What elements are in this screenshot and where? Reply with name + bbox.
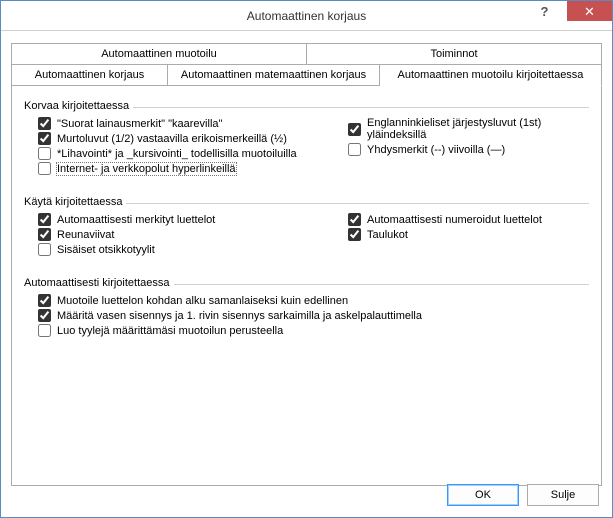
close-dialog-button[interactable]: Sulje	[527, 484, 599, 506]
group-apply-grid: Automaattisesti merkityt luettelot Reuna…	[24, 212, 589, 257]
checkbox-listformat[interactable]	[38, 294, 51, 307]
tab-row-upper: Automaattinen muotoilu Toiminnot	[11, 43, 602, 65]
group-auto-title: Automaattisesti kirjoitettaessa	[24, 277, 174, 289]
checkbox-hyphens[interactable]	[348, 143, 361, 156]
divider	[133, 107, 589, 108]
tab-math-autocorrect[interactable]: Automaattinen matemaattinen korjaus	[168, 64, 380, 86]
titlebar: Automaattinen korjaus ? ✕	[1, 1, 612, 31]
checkbox-headings[interactable]	[38, 243, 51, 256]
group-apply-title: Käytä kirjoitettaessa	[24, 196, 126, 208]
label-bullets: Automaattisesti merkityt luettelot	[57, 214, 215, 226]
dialog-buttons: OK Sulje	[447, 484, 599, 506]
tab-autoformat-typing[interactable]: Automaattinen muotoilu kirjoitettaessa	[380, 64, 602, 86]
group-replace-grid: "Suorat lainausmerkit" "kaarevilla" Murt…	[24, 116, 589, 176]
help-button[interactable]: ?	[522, 1, 567, 21]
checkbox-tables[interactable]	[348, 228, 361, 241]
checkbox-fractions[interactable]	[38, 132, 51, 145]
checkbox-internet[interactable]	[38, 162, 51, 175]
group-replace-title: Korvaa kirjoitettaessa	[24, 100, 133, 112]
group-replace-header: Korvaa kirjoitettaessa	[24, 100, 589, 112]
group-auto-list: Muotoile luettelon kohdan alku samanlais…	[24, 293, 589, 338]
window-controls: ? ✕	[522, 1, 612, 30]
dialog-content: Automaattinen muotoilu Toiminnot Automaa…	[1, 31, 612, 496]
checkbox-indent[interactable]	[38, 309, 51, 322]
tab-panel: Korvaa kirjoitettaessa "Suorat lainausme…	[11, 86, 602, 486]
divider	[126, 203, 589, 204]
label-borders: Reunaviivat	[57, 229, 114, 241]
label-fractions: Murtoluvut (1/2) vastaavilla erikoismerk…	[57, 133, 287, 145]
window-title: Automaattinen korjaus	[1, 9, 612, 23]
tab-row-lower: Automaattinen korjaus Automaattinen mate…	[11, 64, 602, 86]
label-internet: Internet- ja verkkopolut hyperlinkeillä	[57, 163, 236, 175]
checkbox-numbered[interactable]	[348, 213, 361, 226]
divider	[174, 284, 589, 285]
label-listformat: Muotoile luettelon kohdan alku samanlais…	[57, 295, 348, 307]
label-hyphens: Yhdysmerkit (--) viivoilla (—)	[367, 144, 505, 156]
checkbox-ordinals[interactable]	[348, 123, 361, 136]
ok-button[interactable]: OK	[447, 484, 519, 506]
label-ordinals: Englanninkieliset järjestysluvut (1st) y…	[367, 117, 589, 141]
label-quotes: "Suorat lainausmerkit" "kaarevilla"	[57, 118, 222, 130]
label-numbered: Automaattisesti numeroidut luettelot	[367, 214, 542, 226]
label-indent: Määritä vasen sisennys ja 1. rivin sisen…	[57, 310, 422, 322]
label-headings: Sisäiset otsikkotyylit	[57, 244, 155, 256]
close-button[interactable]: ✕	[567, 1, 612, 21]
tab-actions[interactable]: Toiminnot	[307, 43, 602, 65]
checkbox-bullets[interactable]	[38, 213, 51, 226]
label-boldital: *Lihavointi* ja _kursivointi_ todellisil…	[57, 148, 297, 160]
checkbox-boldital[interactable]	[38, 147, 51, 160]
tab-autocorrect[interactable]: Automaattinen korjaus	[12, 64, 168, 86]
checkbox-quotes[interactable]	[38, 117, 51, 130]
checkbox-borders[interactable]	[38, 228, 51, 241]
label-tables: Taulukot	[367, 229, 408, 241]
group-apply-header: Käytä kirjoitettaessa	[24, 196, 589, 208]
checkbox-styles[interactable]	[38, 324, 51, 337]
group-auto-header: Automaattisesti kirjoitettaessa	[24, 277, 589, 289]
label-styles: Luo tyylejä määrittämäsi muotoilun perus…	[57, 325, 283, 337]
tab-autoformat[interactable]: Automaattinen muotoilu	[12, 43, 307, 65]
